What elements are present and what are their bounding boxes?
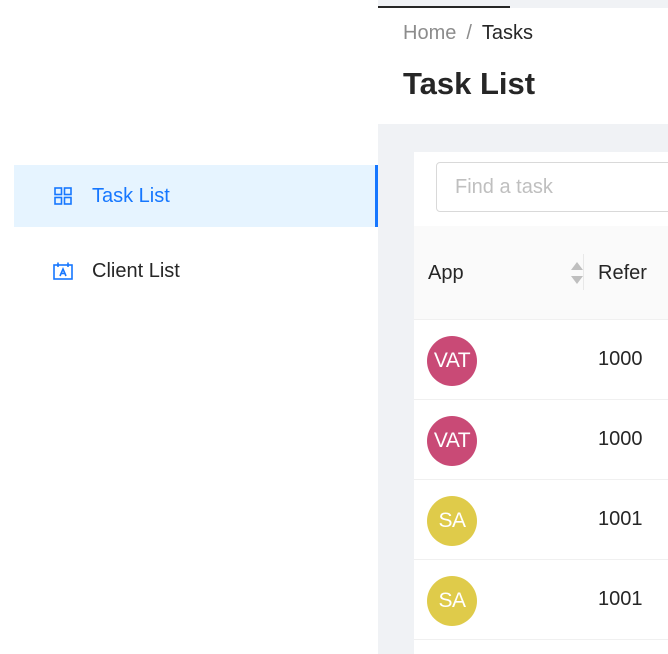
app-avatar-vat: VAT — [427, 336, 477, 386]
reference-cell: 1001 — [598, 588, 643, 610]
sidebar: Task List Client List — [0, 0, 378, 654]
app-avatar-vat: VAT — [427, 416, 477, 466]
grid-icon — [52, 185, 74, 207]
reference-cell: 1000 — [598, 348, 643, 370]
sidebar-item-task-list[interactable]: Task List — [14, 165, 378, 227]
column-header-reference[interactable]: Refer — [598, 226, 647, 320]
table-row[interactable]: VAT 1000 — [414, 320, 668, 400]
app-avatar-sa: SA — [427, 576, 477, 626]
avatar-label: VAT — [433, 429, 471, 452]
page-title: Task List — [403, 66, 536, 101]
calendar-icon — [52, 260, 74, 282]
reference-cell: 1001 — [598, 508, 643, 530]
breadcrumb-home-link[interactable]: Home — [403, 22, 456, 44]
sidebar-item-label: Client List — [92, 259, 180, 282]
reference-cell: 1000 — [598, 428, 643, 450]
table-row[interactable]: VAT 1000 — [414, 400, 668, 480]
task-table-card: App Refer VAT 1000 VAT 1000 SA 1001 SA 1… — [414, 152, 668, 654]
sidebar-item-label: Task List — [92, 184, 170, 207]
app-avatar-sa: SA — [427, 496, 477, 546]
search-input[interactable] — [436, 162, 668, 212]
table-row[interactable]: SA 1001 — [414, 480, 668, 560]
main-content: Home / Tasks Task List App Refer VAT 1000 … — [378, 0, 668, 654]
sort-icon[interactable] — [570, 262, 584, 284]
page-header: Home / Tasks Task List — [378, 8, 668, 124]
sidebar-item-client-list[interactable]: Client List — [14, 240, 378, 302]
breadcrumb-separator: / — [466, 22, 472, 44]
breadcrumb-current: Tasks — [481, 22, 534, 44]
avatar-label: SA — [438, 509, 466, 532]
column-header-label: App — [428, 261, 464, 284]
column-divider — [583, 254, 584, 290]
column-header-label: Refer — [598, 261, 647, 284]
table-header: App Refer — [414, 226, 668, 320]
breadcrumb: Home / Tasks — [403, 22, 533, 45]
column-header-app[interactable]: App — [428, 226, 584, 320]
avatar-label: SA — [438, 589, 466, 612]
avatar-label: VAT — [433, 349, 471, 372]
table-row[interactable]: SA 1001 — [414, 560, 668, 640]
